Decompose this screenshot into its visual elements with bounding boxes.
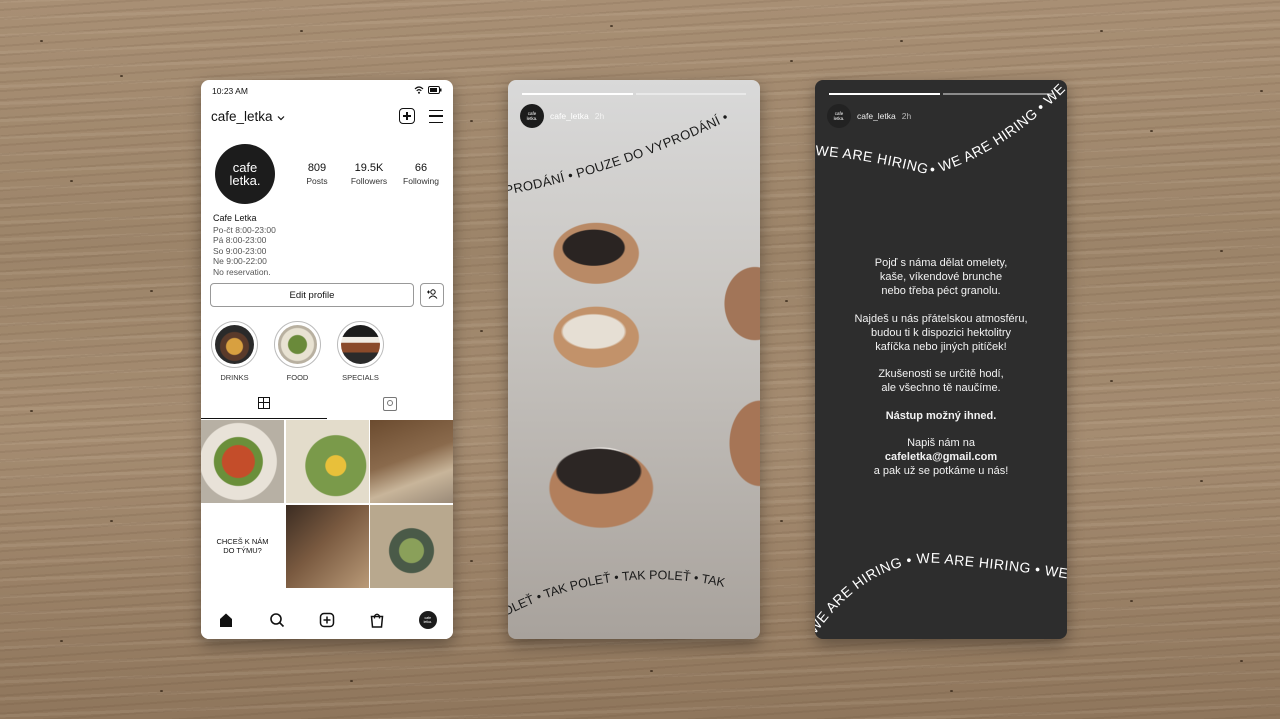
discover-people-button[interactable] [420,283,444,307]
arc-text-bottom: WE ARE HIRING • WE ARE HIRING • WE [815,550,1067,637]
status-bar: 10:23 AM [201,80,453,102]
menu-icon[interactable] [429,109,443,123]
arc-text-bottom: POLEŤ • TAK POLEŤ • TAK POLEŤ • TAK [508,568,727,622]
grid-post[interactable] [370,420,453,503]
bottom-navigation: cafe letka. [201,601,453,639]
highlight-drinks[interactable]: DRINKS [211,321,258,382]
bio-line: Po-čt 8:00-23:00 [213,224,276,235]
grid-post[interactable] [201,420,284,503]
svg-text:WE ARE HIRING • WE ARE HIRING: WE ARE HIRING • WE ARE HIRING • WE [815,80,1067,178]
profile-header: cafe letka. 809 Posts 19.5K Followers 66… [201,130,453,204]
add-person-icon [426,288,438,302]
profile-avatar[interactable]: cafe letka. [215,144,275,204]
chevron-down-icon [277,109,285,124]
tagged-icon [383,397,397,411]
svg-text:POLEŤ • TAK POLEŤ • TAK POLEŤ: POLEŤ • TAK POLEŤ • TAK POLEŤ • TAK [508,568,727,622]
stat-posts[interactable]: 809 Posts [291,162,343,186]
bio-line: Pá 8:00-23:00 [213,235,267,245]
arc-text-top: VYPRODÁNÍ • POUZE DO VYPRODÁNÍ • [508,109,730,201]
paragraph: Najdeš u nás přátelskou atmosféru, budou… [854,312,1028,353]
story-highlights: DRINKS FOOD SPECIALS [201,307,453,382]
arc-text-overlay: VYPRODÁNÍ • POUZE DO VYPRODÁNÍ • POLEŤ •… [508,109,731,623]
paragraph: Zkušenosti se určitě hodí, ale všechno t… [878,368,1004,394]
tab-tagged[interactable] [327,397,453,419]
bio-line: So 9:00-23:00 [213,245,267,256]
instagram-story-bakery[interactable]: cafe letka. cafe_letka 2h VYPRODÁNÍ • PO… [508,80,760,639]
tab-posts-grid[interactable] [201,397,327,419]
post-text-line: DO TÝMU? [223,546,262,555]
bio-line: No reservation. [213,266,271,277]
posts-grid: CHCEŠ K NÁM DO TÝMU? [201,420,453,588]
highlight-specials[interactable]: SPECIALS [337,321,384,382]
bio-line: Ne 9:00-22:00 [213,256,267,266]
instagram-story-hiring[interactable]: cafe letka. cafe_letka 2h WE ARE HIRING … [815,80,1067,639]
paragraph: Pojď s náma dělat omelety, kaše, víkendo… [874,257,1008,297]
arc-text-top: WE ARE HIRING • WE ARE HIRING • WE [815,80,1067,178]
highlight-thumbnail [215,325,254,364]
shop-bag-icon[interactable] [368,611,386,629]
grid-post[interactable]: CHCEŠ K NÁM DO TÝMU? [201,504,284,588]
hiring-message: Pojď s náma dělat omelety, kaše, víkendo… [815,256,1067,492]
grid-post[interactable] [370,504,453,588]
battery-icon [428,86,442,96]
svg-text:VYPRODÁNÍ • POUZE DO VYPRODÁNÍ: VYPRODÁNÍ • POUZE DO VYPRODÁNÍ • [508,109,731,201]
profile-topbar: cafe_letka [201,102,453,130]
username-label: cafe_letka [211,108,273,124]
status-time: 10:23 AM [212,86,248,96]
highlight-thumbnail [278,325,317,364]
home-icon[interactable] [217,611,235,629]
instagram-profile-screen: 10:23 AM cafe_letka cafe letka. 809 Post… [201,80,453,639]
stat-following[interactable]: 66 Following [395,162,447,186]
grid-post[interactable] [285,504,369,588]
create-post-icon[interactable] [399,108,415,124]
create-icon[interactable] [318,611,336,629]
svg-text:WE ARE HIRING • WE ARE HIRING: WE ARE HIRING • WE ARE HIRING • WE [815,550,1067,637]
profile-tabs [201,397,453,419]
highlight-food[interactable]: FOOD [274,321,321,382]
bio-name: Cafe Letka [213,213,257,223]
highlight-thumbnail [341,325,380,364]
account-switcher[interactable]: cafe_letka [211,109,285,124]
contact-email[interactable]: cafeletka@gmail.com [885,451,997,463]
grid-post[interactable] [285,420,369,503]
stat-followers[interactable]: 19.5K Followers [343,162,395,186]
post-text-line: CHCEŠ K NÁM [216,537,269,546]
wifi-icon [414,86,424,96]
contact-paragraph: Napiš nám na cafeletka@gmail.com a pak u… [873,437,1009,477]
profile-bio: Cafe Letka Po-čt 8:00-23:00 Pá 8:00-23:0… [201,204,453,277]
profile-stats: 809 Posts 19.5K Followers 66 Following [291,162,447,186]
start-date-line: Nástup možný ihned. [885,409,997,422]
grid-icon [258,397,270,409]
profile-avatar-nav[interactable]: cafe letka. [418,611,437,629]
search-icon[interactable] [268,611,286,629]
edit-profile-button[interactable]: Edit profile [210,283,414,307]
